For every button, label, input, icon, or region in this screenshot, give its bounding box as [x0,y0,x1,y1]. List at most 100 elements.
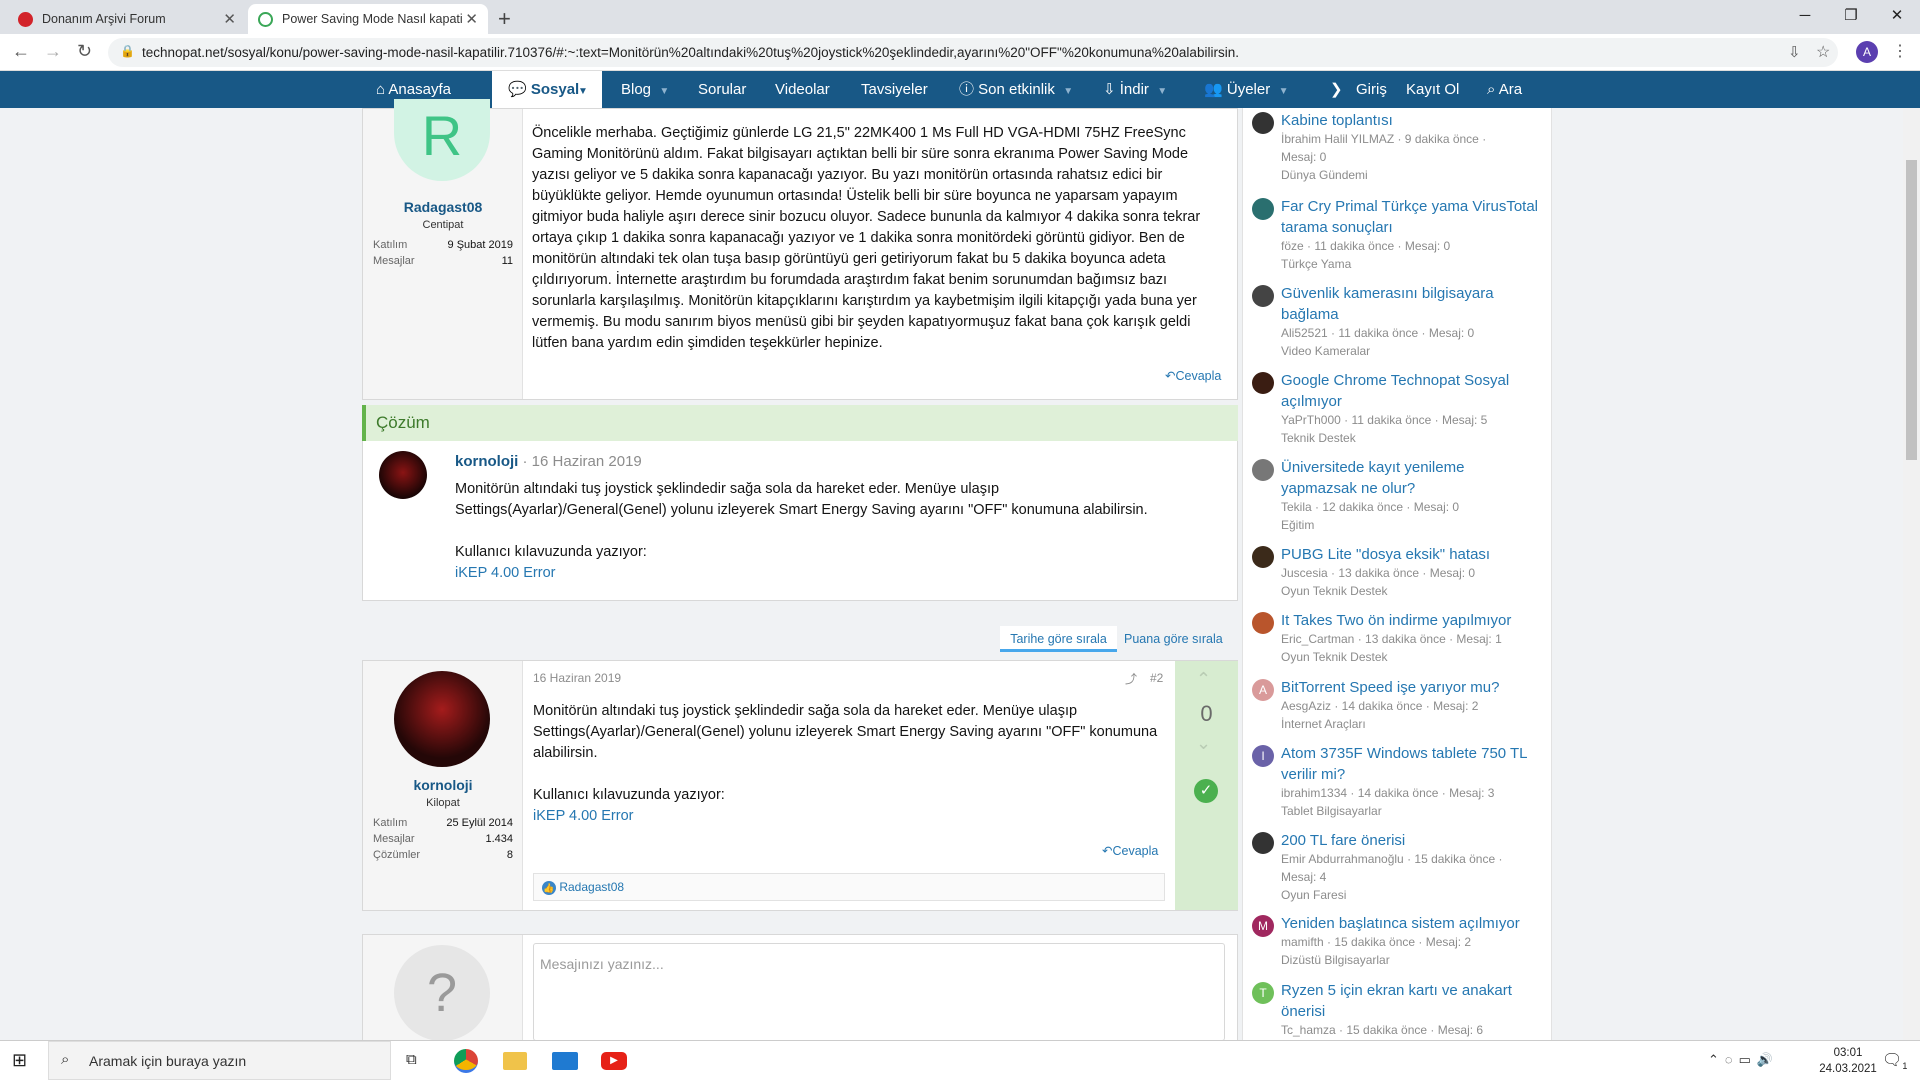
thread-forum[interactable]: Oyun Teknik Destek [1281,582,1388,600]
thread-title[interactable]: Üniversitede kayıt yenileme yapmazsak ne… [1281,457,1541,499]
taskbar-search[interactable]: ⌕ Aramak için buraya yazın [48,1041,391,1080]
thread-title[interactable]: PUBG Lite "dosya eksik" hatası [1281,544,1541,565]
solution-check-icon[interactable]: ✓ [1194,779,1218,803]
system-tray-icons[interactable]: ⌃◌▭🔊 [1708,1052,1779,1068]
new-tab-button[interactable]: + [498,6,511,32]
thread-title[interactable]: Güvenlik kamerasını bilgisayara bağlama [1281,283,1541,325]
list-item[interactable]: Google Chrome Technopat Sosyal açılmıyor… [1252,370,1542,454]
browser-tab[interactable]: Donanım Arşivi Forum ✕ [8,4,246,34]
nav-members[interactable]: 👥 Üyeler ▼ [1204,71,1288,108]
notification-icon[interactable]: 🗨1 [1882,1050,1907,1071]
forward-icon[interactable]: → [44,41,62,62]
thread-title[interactable]: Yeniden başlatınca sistem açılmıyor [1281,913,1541,934]
task-view-icon[interactable]: ⧉ [406,1051,417,1068]
list-item[interactable]: A BitTorrent Speed işe yarıyor mu? AesgA… [1252,677,1542,741]
install-icon[interactable]: ⇩ [1788,43,1801,61]
post-date[interactable]: 16 Haziran 2019 [533,671,621,685]
reaction-user[interactable]: Radagast08 [559,880,624,894]
avatar[interactable]: A [1252,679,1274,701]
nav-activity[interactable]: ⓘ Son etkinlik ▼ [959,71,1073,108]
nav-recommendations[interactable]: Tavsiyeler [861,71,928,108]
avatar[interactable] [394,671,490,767]
profile-avatar[interactable]: A [1856,41,1878,63]
list-item[interactable]: Üniversitede kayıt yenileme yapmazsak ne… [1252,457,1542,541]
nav-search[interactable]: ⌕ Ara [1487,71,1522,108]
thread-title[interactable]: It Takes Two ön indirme yapılmıyor [1281,610,1541,631]
close-tab-icon[interactable]: ✕ [465,10,478,28]
maximize-icon[interactable]: ❐ [1828,2,1874,30]
thread-title[interactable]: Far Cry Primal Türkçe yama VirusTotal ta… [1281,196,1541,238]
nav-questions[interactable]: Sorular [698,71,746,108]
youtube-icon[interactable]: ▶ [601,1052,627,1070]
thread-title[interactable]: Google Chrome Technopat Sosyal açılmıyor [1281,370,1541,412]
thread-forum[interactable]: Video Kameralar [1281,342,1370,360]
post-username[interactable]: kornoloji [363,777,523,793]
clock[interactable]: 03:01 24.03.2021 [1818,1045,1878,1077]
list-item[interactable]: 200 TL fare önerisi Emir Abdurrahmanoğlu… [1252,830,1542,912]
file-explorer-icon[interactable] [503,1052,527,1070]
thread-forum[interactable]: Eğitim [1281,516,1314,534]
thread-forum[interactable]: İnternet Araçları [1281,715,1366,733]
nav-social-caret[interactable]: ▼ [578,71,588,108]
register-link[interactable]: Kayıt Ol [1406,71,1459,108]
avatar[interactable] [1252,546,1274,568]
list-item[interactable]: M Yeniden başlatınca sistem açılmıyor ma… [1252,913,1542,977]
close-tab-icon[interactable]: ✕ [223,10,236,28]
post-number[interactable]: #2 [1150,671,1163,685]
chrome-icon[interactable] [454,1049,478,1073]
avatar[interactable] [379,451,427,499]
login-link[interactable]: Giriş [1356,71,1387,108]
message-input[interactable]: Mesajınızı yazınız... [533,943,1225,1041]
nav-blog[interactable]: Blog ▼ [621,71,669,108]
avatar[interactable] [1252,198,1274,220]
share-icon[interactable]: ⤴ [1125,670,1137,687]
bookmark-star-icon[interactable]: ☆ [1816,42,1830,62]
upvote-icon[interactable]: ⌃ [1196,669,1211,690]
menu-dots-icon[interactable]: ⋮ [1892,41,1908,61]
page-scrollbar[interactable] [1903,108,1920,1040]
sort-by-date-tab[interactable]: Tarihe göre sırala [1000,626,1117,652]
thread-forum[interactable]: Oyun Faresi [1281,886,1346,904]
mail-icon[interactable] [552,1052,578,1070]
nav-videos[interactable]: Videolar [775,71,830,108]
thread-forum[interactable]: Tablet Bilgisayarlar [1281,802,1382,820]
reload-icon[interactable]: ↻ [77,41,92,62]
nav-download[interactable]: ⇩ İndir ▼ [1103,71,1167,108]
avatar[interactable] [1252,372,1274,394]
avatar[interactable]: T [1252,982,1274,1004]
close-window-icon[interactable]: ✕ [1874,2,1920,30]
list-item[interactable]: PUBG Lite "dosya eksik" hatası Juscesia … [1252,544,1542,608]
scrollbar-thumb[interactable] [1906,160,1917,460]
thread-forum[interactable]: Dünya Gündemi [1281,166,1368,184]
minimize-icon[interactable]: ─ [1782,2,1828,30]
avatar[interactable]: I [1252,745,1274,767]
post-username[interactable]: Radagast08 [363,199,523,215]
avatar[interactable] [1252,459,1274,481]
thread-forum[interactable]: Oyun Teknik Destek [1281,648,1388,666]
reply-button[interactable]: ↶Cevapla [1102,843,1158,858]
list-item[interactable]: I Atom 3735F Windows tablete 750 TL veri… [1252,743,1542,827]
avatar[interactable] [1252,612,1274,634]
thread-title[interactable]: Atom 3735F Windows tablete 750 TL verili… [1281,743,1541,785]
thread-forum[interactable]: Teknik Destek [1281,429,1356,447]
url-field[interactable]: 🔒 technopat.net/sosyal/konu/power-saving… [108,38,1838,67]
thread-title[interactable]: 200 TL fare önerisi [1281,830,1541,851]
sort-by-score-tab[interactable]: Puana göre sırala [1124,626,1223,652]
thread-forum[interactable]: Dizüstü Bilgisayarlar [1281,951,1390,969]
thread-title[interactable]: Kabine toplantısı [1281,110,1541,131]
thread-title[interactable]: BitTorrent Speed işe yarıyor mu? [1281,677,1541,698]
solution-username[interactable]: kornoloji [455,453,518,470]
list-item[interactable]: Güvenlik kamerasını bilgisayara bağlama … [1252,283,1542,367]
guide-link[interactable]: iKEP 4.00 Error [533,806,1173,827]
downvote-icon[interactable]: ⌄ [1196,733,1211,754]
avatar[interactable]: R [394,99,490,181]
avatar[interactable] [1252,285,1274,307]
back-icon[interactable]: ← [12,41,30,62]
reply-button[interactable]: ↶Cevapla [1165,368,1221,383]
browser-tab-active[interactable]: Power Saving Mode Nasıl kapati ✕ [248,4,488,34]
thread-forum[interactable]: Türkçe Yama [1281,255,1351,273]
avatar[interactable]: M [1252,915,1274,937]
reactions-bar[interactable]: 👍 Radagast08 [533,873,1165,901]
list-item[interactable]: T Ryzen 5 için ekran kartı ve anakart ön… [1252,980,1542,1040]
list-item[interactable]: Far Cry Primal Türkçe yama VirusTotal ta… [1252,196,1542,280]
